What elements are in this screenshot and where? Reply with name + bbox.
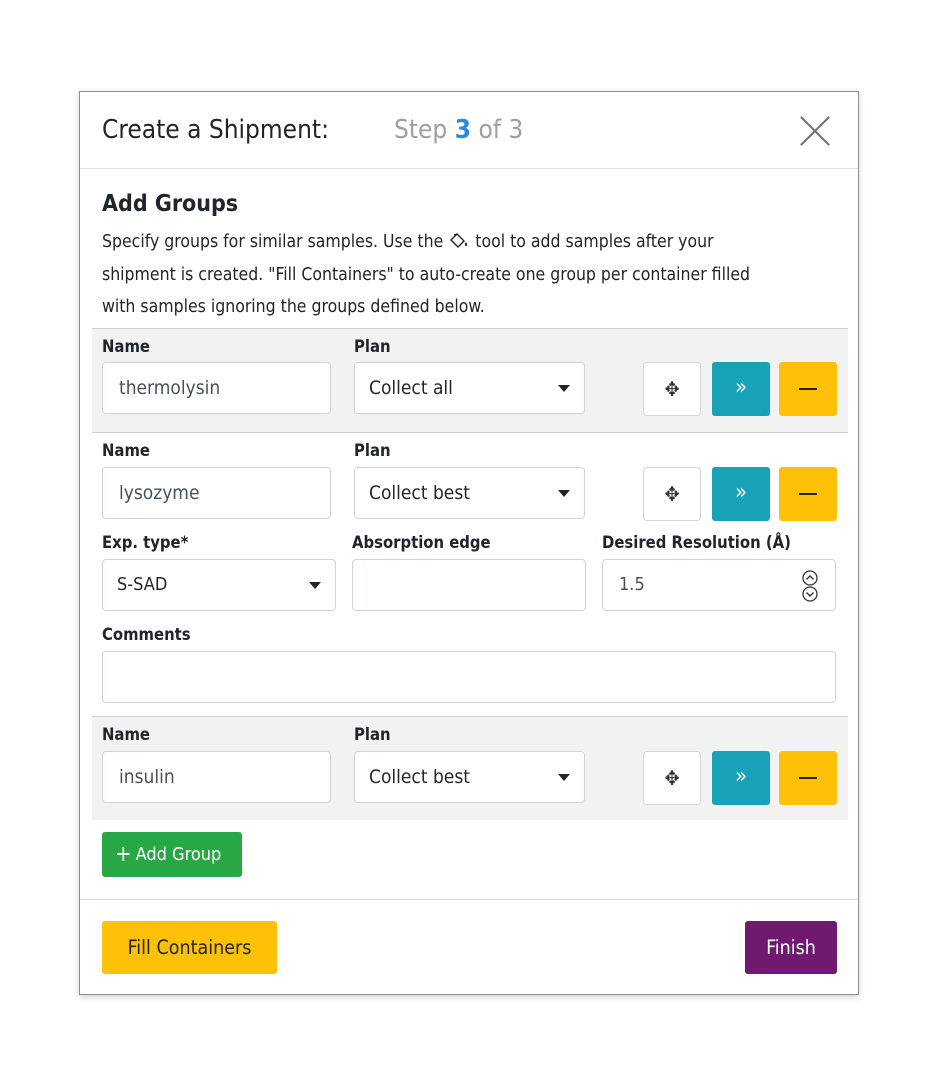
step-suffix: of 3: [478, 115, 524, 145]
chevron-down-icon: [558, 490, 570, 497]
description-part-1: Specify groups for similar samples. Use …: [102, 232, 444, 252]
group-name-input[interactable]: thermolysin: [102, 362, 331, 414]
fill-bucket-icon: [450, 233, 468, 248]
plan-label: Plan: [354, 725, 391, 744]
plan-label: Plan: [354, 337, 391, 356]
name-label: Name: [102, 337, 150, 356]
plan-select-value: Collect all: [369, 377, 453, 399]
description-line-3: with samples ignoring the groups defined…: [102, 297, 485, 317]
copy-button[interactable]: »: [712, 362, 770, 416]
double-chevron-right-icon: »: [734, 764, 748, 789]
exp-type-label: Exp. type*: [102, 533, 189, 552]
plan-label: Plan: [354, 441, 391, 460]
name-label: Name: [102, 725, 150, 744]
group-row: Name Plan insulin Collect best ✥ »: [92, 716, 848, 820]
chevron-down-icon: [558, 385, 570, 392]
plan-select[interactable]: Collect best: [354, 751, 585, 803]
description-line-2: shipment is created. "Fill Containers" t…: [102, 264, 751, 285]
plan-select-value: Collect best: [369, 766, 470, 788]
add-group-button[interactable]: + Add Group: [102, 832, 242, 877]
move-icon: ✥: [664, 766, 680, 790]
group-row: Name Plan thermolysin Collect all ✥ »: [92, 328, 848, 432]
absorption-edge-label: Absorption edge: [352, 533, 491, 552]
desired-resolution-label: Desired Resolution (Å): [602, 533, 791, 552]
copy-button[interactable]: »: [712, 751, 770, 805]
fill-containers-button[interactable]: Fill Containers: [102, 921, 277, 974]
desired-resolution-input[interactable]: 1.5: [602, 559, 836, 611]
plan-select[interactable]: Collect all: [354, 362, 585, 414]
absorption-edge-input[interactable]: [352, 559, 586, 611]
plan-select[interactable]: Collect best: [354, 467, 585, 519]
name-label: Name: [102, 441, 150, 460]
description-part-2: tool to add samples after your: [475, 232, 714, 252]
create-shipment-dialog: Create a Shipment: Step 3 of 3 Add Group…: [79, 91, 859, 995]
move-button[interactable]: ✥: [643, 751, 701, 805]
modal-footer: Fill Containers Finish: [80, 899, 858, 996]
section-heading: Add Groups: [102, 191, 239, 217]
comments-label: Comments: [102, 625, 191, 644]
move-button[interactable]: ✥: [643, 362, 701, 416]
move-button[interactable]: ✥: [643, 467, 701, 521]
step-current: 3: [454, 115, 471, 145]
number-spinner-icon[interactable]: [801, 570, 819, 602]
chevron-down-icon: [558, 774, 570, 781]
exp-type-select[interactable]: S-SAD: [102, 559, 336, 611]
copy-button[interactable]: »: [712, 467, 770, 521]
plus-icon: +: [115, 842, 132, 867]
chevron-down-icon: [309, 582, 321, 589]
modal-title: Create a Shipment:: [102, 115, 329, 145]
step-prefix: Step: [394, 115, 448, 145]
close-icon[interactable]: [798, 114, 832, 148]
exp-type-value: S-SAD: [117, 574, 168, 595]
modal-header: Create a Shipment: Step 3 of 3: [80, 92, 858, 169]
double-chevron-right-icon: »: [734, 375, 748, 400]
double-chevron-right-icon: »: [734, 480, 748, 505]
remove-button[interactable]: [779, 751, 837, 805]
group-name-input[interactable]: insulin: [102, 751, 331, 803]
step-indicator: Step 3 of 3: [394, 112, 523, 148]
move-icon: ✥: [664, 482, 680, 506]
section-description: Specify groups for similar samples. Use …: [102, 226, 842, 324]
desired-resolution-value: 1.5: [619, 574, 645, 595]
remove-button[interactable]: [779, 362, 837, 416]
group-row-expanded: Name Plan lysozyme Collect best ✥ » Exp.…: [92, 432, 848, 716]
plan-select-value: Collect best: [369, 482, 470, 504]
group-name-input[interactable]: lysozyme: [102, 467, 331, 519]
finish-button[interactable]: Finish: [745, 921, 837, 974]
move-icon: ✥: [664, 377, 680, 401]
remove-button[interactable]: [779, 467, 837, 521]
comments-input[interactable]: [102, 651, 836, 703]
add-group-label: Add Group: [135, 844, 222, 865]
